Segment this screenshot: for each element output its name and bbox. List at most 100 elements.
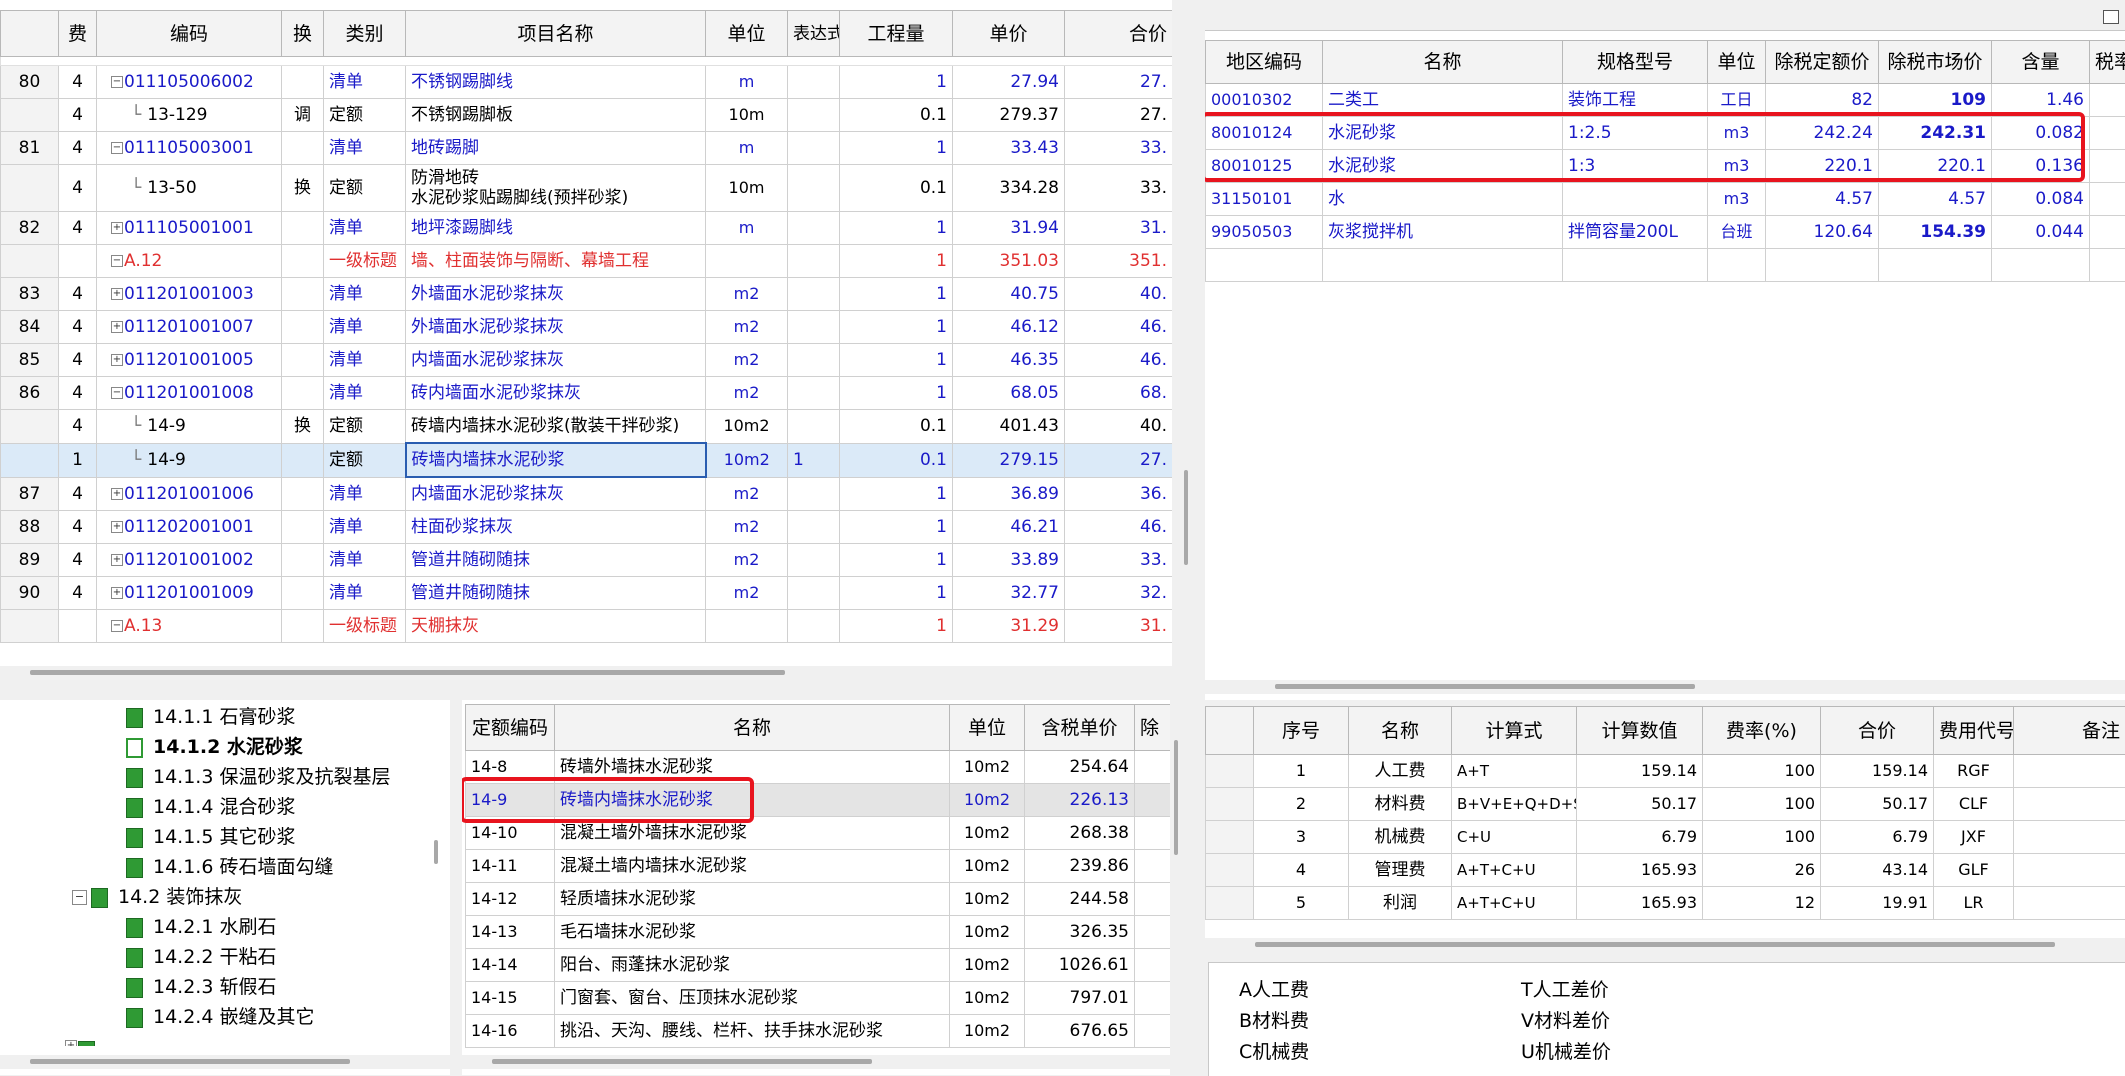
mat-col-tax-rate[interactable]: 税率(	[2090, 41, 2125, 84]
item-type[interactable]: 清单	[324, 577, 406, 610]
item-expression[interactable]	[788, 66, 840, 99]
mat-col-content[interactable]: 含量	[1992, 41, 2090, 84]
fee-row[interactable]: 4管理费A+T+C+U165.932643.14GLF	[1206, 854, 2125, 887]
quota-vscroll-thumb[interactable]	[1174, 740, 1178, 855]
item-quantity[interactable]: 1	[840, 245, 953, 278]
fee-remark[interactable]	[2014, 755, 2125, 788]
item-name-cell[interactable]: 地砖踢脚	[406, 132, 706, 165]
material-name[interactable]: 水泥砂浆	[1323, 117, 1563, 150]
item-code-cell[interactable]: −A.13	[97, 610, 282, 643]
quota-row[interactable]: 14-9砖墙内墙抹水泥砂浆10m2226.13	[466, 784, 1171, 817]
material-empty-row[interactable]	[1206, 249, 2125, 282]
material-content[interactable]: 0.044	[1992, 216, 2090, 249]
quota-horizontal-scrollbar[interactable]	[462, 1055, 1170, 1069]
expand-icon[interactable]: +	[111, 288, 123, 300]
mat-col-quota-price[interactable]: 除税定额价	[1766, 41, 1879, 84]
item-expression[interactable]: 1	[788, 443, 840, 477]
col-header-fee[interactable]: 费	[59, 11, 97, 57]
item-type[interactable]: 定额	[324, 410, 406, 444]
fee-horizontal-scrollbar[interactable]	[1205, 938, 2125, 952]
expand-icon[interactable]: +	[111, 554, 123, 566]
item-code-cell[interactable]: +011201001006	[97, 477, 282, 511]
item-quantity[interactable]: 1	[840, 511, 953, 544]
fee-row[interactable]: 5利润A+T+C+U165.931219.91LR	[1206, 887, 2125, 920]
quota-col-name[interactable]: 名称	[555, 705, 950, 751]
quota-scroll-thumb[interactable]	[492, 1059, 872, 1064]
expand-icon[interactable]: +	[111, 587, 123, 599]
fee-flag[interactable]	[59, 245, 97, 278]
item-name-cell[interactable]: 天棚抹灰	[406, 610, 706, 643]
fee-col-value[interactable]: 计算数值	[1577, 707, 1703, 755]
expand-icon[interactable]: +	[111, 354, 123, 366]
collapse-icon[interactable]: −	[111, 76, 123, 88]
mat-col-spec[interactable]: 规格型号	[1563, 41, 1708, 84]
item-quantity[interactable]: 1	[840, 66, 953, 99]
fee-remark[interactable]	[2014, 887, 2125, 920]
collapse-icon[interactable]: −	[111, 620, 123, 632]
mat-col-area-code[interactable]: 地区编码	[1206, 41, 1323, 84]
fee-col-code[interactable]: 费用代号	[1934, 707, 2014, 755]
item-expression[interactable]	[788, 410, 840, 444]
col-header-unit-price[interactable]: 单价	[953, 11, 1065, 57]
quota-row[interactable]: 14-15门窗套、窗台、压顶抹水泥砂浆10m2797.01	[466, 982, 1171, 1015]
item-quantity[interactable]: 1	[840, 132, 953, 165]
item-expression[interactable]	[788, 577, 840, 610]
fee-flag[interactable]: 4	[59, 544, 97, 577]
restore-window-icon[interactable]	[2103, 10, 2119, 24]
item-name-cell[interactable]: 砖墙内墙抹水泥砂浆(散装干拌砂浆)	[406, 410, 706, 444]
item-code-cell[interactable]: └13-50	[97, 165, 282, 212]
fee-flag[interactable]: 4	[59, 577, 97, 610]
fee-flag[interactable]: 4	[59, 511, 97, 544]
item-expression[interactable]	[788, 278, 840, 311]
material-scroll-thumb[interactable]	[1275, 684, 1695, 689]
item-expression[interactable]	[788, 311, 840, 344]
item-quantity[interactable]: 1	[840, 278, 953, 311]
fee-formula[interactable]: C+U	[1452, 821, 1577, 854]
item-code-cell[interactable]: −A.12	[97, 245, 282, 278]
boq-row[interactable]: 4└13-50换定额防滑地砖水泥砂浆贴踢脚线(预拌砂浆)10m0.1334.28…	[1, 165, 1173, 212]
mat-col-unit[interactable]: 单位	[1708, 41, 1766, 84]
fee-flag[interactable]: 4	[59, 66, 97, 99]
boq-row[interactable]: 814−011105003001清单地砖踢脚m133.4333.	[1, 132, 1173, 165]
fee-flag[interactable]: 4	[59, 377, 97, 410]
fee-rate[interactable]: 100	[1703, 755, 1821, 788]
fee-rate[interactable]: 12	[1703, 887, 1821, 920]
boq-row[interactable]: 894+011201001002清单管道井随砌随抹m2133.8933.	[1, 544, 1173, 577]
tree-item-1[interactable]: 14.1.1 石膏砂浆	[126, 702, 295, 732]
fee-formula[interactable]: B+V+E+Q+D+SB	[1452, 788, 1577, 821]
mat-col-name[interactable]: 名称	[1323, 41, 1563, 84]
fee-remark[interactable]	[2014, 821, 2125, 854]
fee-flag[interactable]: 4	[59, 477, 97, 511]
expand-icon[interactable]: +	[111, 488, 123, 500]
item-quantity[interactable]: 1	[840, 344, 953, 377]
tree-item-11[interactable]: 14.2.4 嵌缝及其它	[126, 1002, 314, 1032]
item-quantity[interactable]: 0.1	[840, 165, 953, 212]
material-content[interactable]: 0.136	[1992, 150, 2090, 183]
material-market-price[interactable]: 4.57	[1879, 183, 1992, 216]
boq-row[interactable]: 884+011202001001清单柱面砂浆抹灰m2146.2146.	[1, 511, 1173, 544]
fee-row[interactable]: 1人工费A+T159.14100159.14RGF	[1206, 755, 2125, 788]
item-type[interactable]: 清单	[324, 212, 406, 245]
quota-row[interactable]: 14-14阳台、雨蓬抹水泥砂浆10m21026.61	[466, 949, 1171, 982]
fee-flag[interactable]	[59, 610, 97, 643]
boq-row[interactable]: 834+011201001003清单外墙面水泥砂浆抹灰m2140.7540.	[1, 278, 1173, 311]
fee-formula[interactable]: A+T	[1452, 755, 1577, 788]
item-type[interactable]: 清单	[324, 132, 406, 165]
expand-icon[interactable]: +	[111, 321, 123, 333]
item-type[interactable]: 清单	[324, 477, 406, 511]
collapse-icon[interactable]: −	[111, 142, 123, 154]
material-name[interactable]: 二类工	[1323, 84, 1563, 117]
item-code-cell[interactable]: +011201001003	[97, 278, 282, 311]
fee-rate[interactable]: 100	[1703, 821, 1821, 854]
col-header-name[interactable]: 项目名称	[406, 11, 706, 57]
item-expression[interactable]	[788, 132, 840, 165]
expand-icon[interactable]: +	[111, 222, 123, 234]
item-expression[interactable]	[788, 544, 840, 577]
item-code-cell[interactable]: +011105001001	[97, 212, 282, 245]
fee-flag[interactable]: 1	[59, 443, 97, 477]
col-header-unit[interactable]: 单位	[706, 11, 788, 57]
fee-flag[interactable]: 4	[59, 344, 97, 377]
fee-col-no[interactable]: 序号	[1254, 707, 1349, 755]
item-name-cell[interactable]: 防滑地砖水泥砂浆贴踢脚线(预拌砂浆)	[406, 165, 706, 212]
fee-flag[interactable]: 4	[59, 278, 97, 311]
